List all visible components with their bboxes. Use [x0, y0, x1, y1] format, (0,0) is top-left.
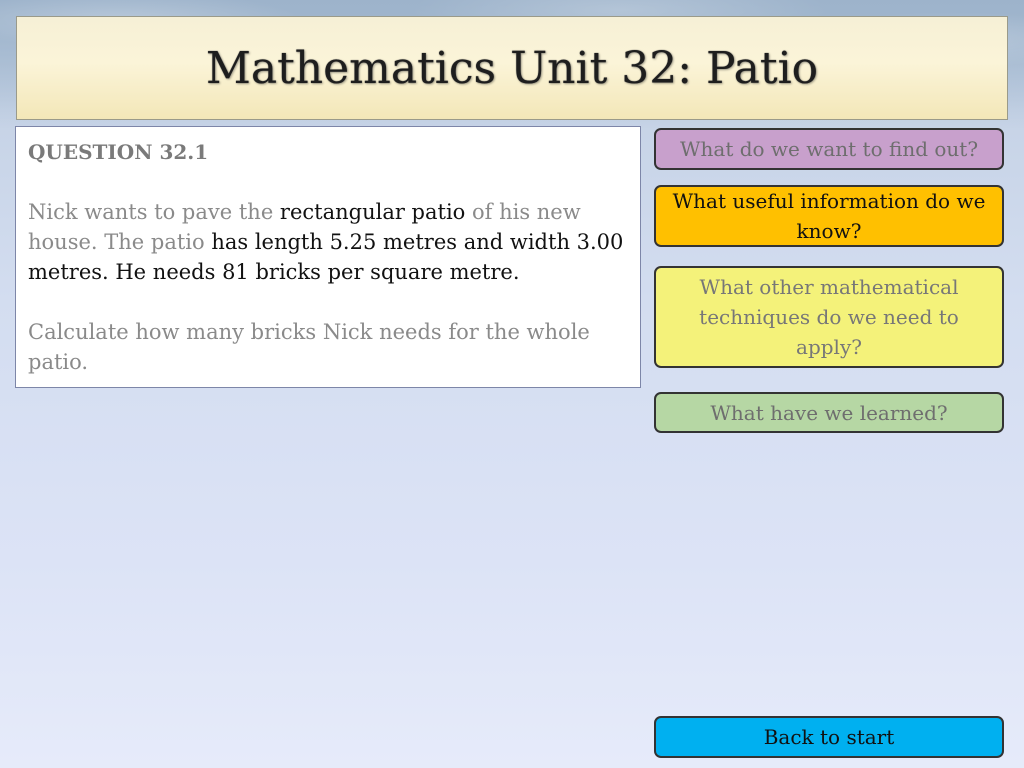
question-heading: QUESTION 32.1 [28, 140, 209, 164]
question-text-seg2: rectangular patio [279, 200, 466, 224]
back-to-start-button[interactable]: Back to start [654, 716, 1004, 758]
useful-info-button[interactable]: What useful information do we know? [654, 185, 1004, 247]
back-to-start-label: Back to start [763, 725, 895, 749]
find-out-label: What do we want to find out? [679, 137, 979, 161]
useful-info-label: What useful information do we know? [672, 189, 986, 243]
techniques-button[interactable]: What other mathematical techniques do we… [654, 266, 1004, 368]
question-panel: QUESTION 32.1 Nick wants to pave the rec… [15, 126, 641, 388]
title-banner: Mathematics Unit 32: Patio [16, 16, 1008, 120]
question-text-seg1: Nick wants to pave the [28, 200, 280, 224]
page-title: Mathematics Unit 32: Patio [205, 42, 819, 94]
learned-label: What have we learned? [710, 400, 948, 425]
learned-button[interactable]: What have we learned? [654, 392, 1004, 433]
techniques-label: What other mathematical techniques do we… [699, 275, 959, 359]
find-out-button[interactable]: What do we want to find out? [654, 128, 1004, 170]
question-text: Nick wants to pave the rectangular patio… [28, 197, 628, 287]
question-instruction: Calculate how many bricks Nick needs for… [28, 320, 590, 374]
